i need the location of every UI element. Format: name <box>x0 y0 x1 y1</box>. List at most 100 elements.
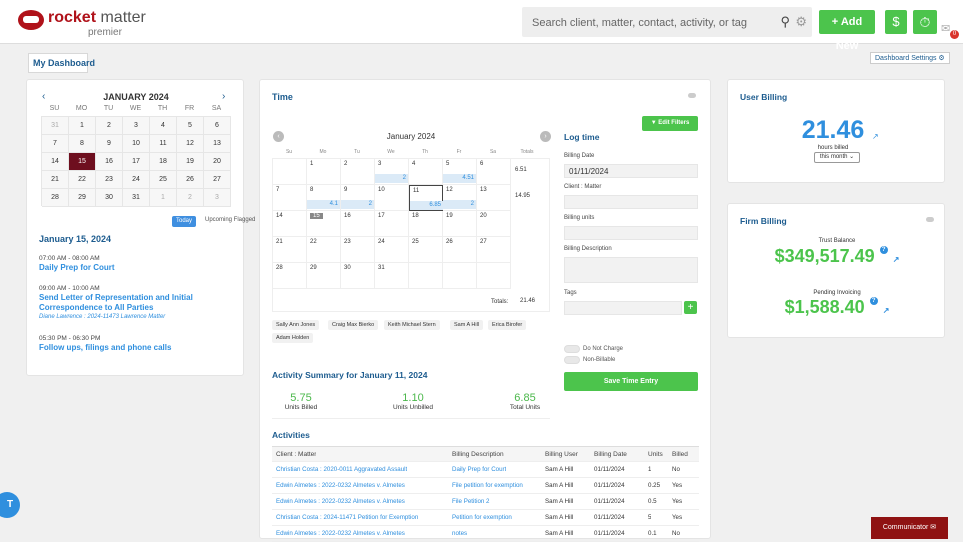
tags-field[interactable] <box>564 301 682 315</box>
time-day-cell[interactable]: 23 <box>341 237 375 263</box>
calendar-day[interactable]: 7 <box>42 135 69 153</box>
calendar-day[interactable]: 25 <box>150 171 177 189</box>
time-day-cell[interactable]: 19 <box>443 211 477 237</box>
calendar-day[interactable]: 26 <box>177 171 204 189</box>
time-day-cell[interactable] <box>443 263 477 289</box>
save-time-entry-button[interactable]: Save Time Entry <box>564 372 698 391</box>
time-day-cell[interactable]: 10 <box>375 185 409 211</box>
calendar-day[interactable]: 24 <box>123 171 150 189</box>
table-cell[interactable]: Edwin Almetes : 2022-0232 Almetes v. Alm… <box>276 478 405 494</box>
table-row[interactable]: Christian Costa : 2024-11471 Petition fo… <box>272 510 699 526</box>
calendar-day[interactable]: 31 <box>42 117 69 135</box>
chat-bubble-icon[interactable]: T <box>0 492 20 518</box>
time-day-cell[interactable]: 26 <box>443 237 477 263</box>
upcoming-flagged-link[interactable]: Upcoming Flagged <box>205 217 255 223</box>
time-day-cell[interactable] <box>477 263 511 289</box>
external-link-icon[interactable]: ↗ <box>883 306 890 315</box>
billing-date-field[interactable]: 01/11/2024 <box>564 164 698 178</box>
calendar-day[interactable]: 30 <box>96 189 123 207</box>
calendar-next-button[interactable]: › <box>222 91 225 102</box>
calendar-day[interactable]: 18 <box>150 153 177 171</box>
edit-filters-button[interactable]: ▼ Edit Filters <box>642 116 698 131</box>
time-day-cell[interactable]: 20 <box>477 211 511 237</box>
time-day-cell[interactable]: 8 4.1 <box>307 185 341 211</box>
time-day-cell[interactable]: 1 <box>307 159 341 185</box>
calendar-day[interactable]: 4 <box>150 117 177 135</box>
rocket-matter-logo[interactable]: rocket matter premier <box>18 8 146 38</box>
non-billable-toggle[interactable] <box>564 356 580 364</box>
period-select[interactable]: this month ⌄ <box>814 152 860 163</box>
table-cell[interactable]: Daily Prep for Court <box>452 462 506 478</box>
do-not-charge-toggle[interactable] <box>564 345 580 353</box>
user-chip[interactable]: Adam Holden <box>272 333 314 343</box>
time-day-cell[interactable]: 13 <box>477 185 511 211</box>
billing-icon[interactable]: $ <box>885 10 907 34</box>
billing-description-field[interactable] <box>564 257 698 283</box>
time-day-cell[interactable]: 12 2 <box>443 185 477 211</box>
calendar-day[interactable]: 22 <box>69 171 96 189</box>
table-cell[interactable]: Edwin Almetes : 2022-0232 Almetes v. Alm… <box>276 526 405 542</box>
time-day-cell[interactable]: 17 <box>375 211 409 237</box>
calendar-day[interactable]: 12 <box>177 135 204 153</box>
time-day-cell[interactable]: 7 <box>273 185 307 211</box>
time-day-cell[interactable]: 16 <box>341 211 375 237</box>
add-tag-button[interactable]: + <box>684 301 697 314</box>
calendar-day[interactable]: 16 <box>96 153 123 171</box>
time-day-cell[interactable]: 2 <box>341 159 375 185</box>
event-name[interactable]: Follow ups, filings and phone calls <box>39 343 239 353</box>
billing-units-field[interactable] <box>564 226 698 240</box>
event-item[interactable]: 05:30 PM - 06:30 PM Follow ups, filings … <box>39 334 239 353</box>
table-row[interactable]: Edwin Almetes : 2022-0232 Almetes v. Alm… <box>272 478 699 494</box>
time-hours-bar[interactable]: 2 <box>443 200 476 209</box>
calendar-day[interactable]: 2 <box>177 189 204 207</box>
calendar-day[interactable]: 14 <box>42 153 69 171</box>
calendar-day[interactable]: 19 <box>177 153 204 171</box>
time-day-cell[interactable]: 31 <box>375 263 409 289</box>
calendar-day[interactable]: 23 <box>96 171 123 189</box>
dashboard-settings-button[interactable]: Dashboard Settings ⚙ <box>870 52 950 64</box>
table-cell[interactable]: File Petition 2 <box>452 494 490 510</box>
calendar-day[interactable]: 20 <box>204 153 231 171</box>
mail-icon[interactable]: ✉ <box>941 22 950 35</box>
search-input[interactable]: Search client, matter, contact, activity… <box>522 7 812 37</box>
user-chip[interactable]: Keith Michael Stern <box>384 320 440 330</box>
time-day-cell[interactable]: 6 <box>477 159 511 185</box>
calendar-day[interactable]: 1 <box>150 189 177 207</box>
calendar-day[interactable]: 27 <box>204 171 231 189</box>
event-matter[interactable]: Diane Lawrence : 2024-11473 Lawrence Mat… <box>39 313 239 321</box>
time-hours-bar[interactable]: 4.51 <box>443 174 476 183</box>
time-day-cell[interactable]: 24 <box>375 237 409 263</box>
calendar-day[interactable]: 10 <box>123 135 150 153</box>
table-cell[interactable]: File petition for exemption <box>452 478 523 494</box>
time-day-cell[interactable]: 5 4.51 <box>443 159 477 185</box>
time-day-cell[interactable]: 30 <box>341 263 375 289</box>
client-matter-field[interactable] <box>564 195 698 209</box>
external-link-icon[interactable]: ↗ <box>893 255 900 264</box>
add-new-button[interactable]: + Add New <box>819 10 875 52</box>
event-name[interactable]: Send Letter of Representation and Initia… <box>39 293 239 313</box>
time-hours-bar[interactable]: 4.1 <box>307 200 340 209</box>
calendar-day[interactable]: 28 <box>42 189 69 207</box>
calendar-day[interactable]: 8 <box>69 135 96 153</box>
time-next-month-button[interactable]: › <box>540 131 551 142</box>
table-cell[interactable]: Christian Costa : 2020-0011 Aggravated A… <box>276 462 407 478</box>
event-item[interactable]: 07:00 AM - 08:00 AM Daily Prep for Court <box>39 254 239 273</box>
time-day-cell[interactable]: 25 <box>409 237 443 263</box>
time-day-cell[interactable]: 11 6.85 <box>409 185 443 211</box>
time-day-cell[interactable]: 4 <box>409 159 443 185</box>
calendar-day[interactable]: 29 <box>69 189 96 207</box>
time-day-cell[interactable]: 15 <box>307 211 341 237</box>
time-day-cell[interactable]: 28 <box>273 263 307 289</box>
event-name[interactable]: Daily Prep for Court <box>39 263 239 273</box>
calendar-day[interactable]: 13 <box>204 135 231 153</box>
table-cell[interactable]: Petition for exemption <box>452 510 512 526</box>
time-day-cell[interactable]: 92 <box>341 185 375 211</box>
calendar-day[interactable]: 6 <box>204 117 231 135</box>
calendar-day[interactable]: 17 <box>123 153 150 171</box>
table-row[interactable]: Edwin Almetes : 2022-0232 Almetes v. Alm… <box>272 494 699 510</box>
event-item[interactable]: 09:00 AM - 10:00 AM Send Letter of Repre… <box>39 284 239 321</box>
search-icon[interactable]: ⚲ <box>780 14 790 30</box>
time-hours-bar[interactable]: 6.85 <box>410 201 443 210</box>
calendar-day[interactable]: 5 <box>177 117 204 135</box>
time-prev-month-button[interactable]: ‹ <box>273 131 284 142</box>
